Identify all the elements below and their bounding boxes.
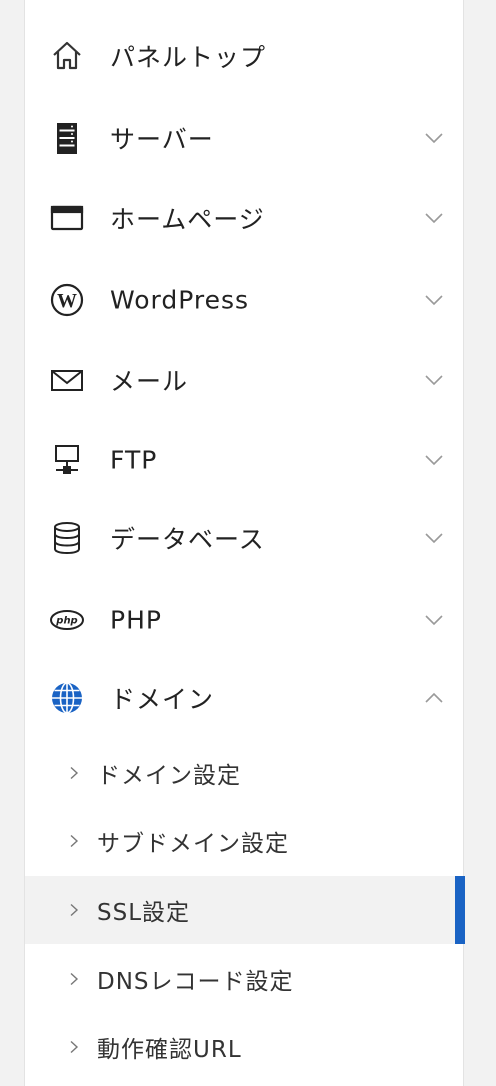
chevron-down-icon[interactable] [423,127,445,149]
menu-item-label: FTP [110,445,158,475]
menu-item-label: PHP [110,605,162,635]
sidebar-menu: パネルトップ サーバー ホームページ W WordPress メール FTP デ… [24,0,465,1086]
menu-item-label: ホームページ [110,205,265,234]
chevron-right-icon [67,834,81,848]
chevron-right-icon [67,766,81,780]
svg-text:W: W [57,290,77,312]
browser-window-icon [49,200,85,236]
submenu-item-label: SSL設定 [97,900,191,926]
menu-item-label: パネルトップ [110,43,267,72]
menu-item-label: データベース [110,525,265,554]
mail-icon [49,362,85,398]
chevron-right-icon [67,972,81,986]
ftp-network-icon [49,442,85,478]
submenu-item-domain-settings[interactable]: ドメイン設定 [25,739,463,807]
menu-item-label: メール [110,367,189,396]
chevron-up-icon[interactable] [423,687,445,709]
wordpress-icon: W [49,282,85,318]
chevron-down-icon[interactable] [423,527,445,549]
submenu-item-label: ドメイン設定 [97,763,241,789]
menu-item-label: WordPress [110,285,250,315]
menu-item-homepage[interactable]: ホームページ [25,178,463,258]
svg-text:php: php [55,616,77,627]
submenu-item-label: 動作確認URL [97,1037,242,1063]
submenu-item-dns-record-settings[interactable]: DNSレコード設定 [25,945,463,1013]
chevron-down-icon[interactable] [423,609,445,631]
submenu-item-subdomain-settings[interactable]: サブドメイン設定 [25,807,463,875]
chevron-right-icon [67,903,81,917]
home-icon [49,38,85,74]
menu-item-mail[interactable]: メール [25,340,463,420]
menu-item-php[interactable]: php PHP [25,580,463,660]
chevron-right-icon [67,1040,81,1054]
server-icon [49,120,85,156]
menu-item-database[interactable]: データベース [25,498,463,578]
submenu-item-operation-check-url[interactable]: 動作確認URL [25,1013,463,1081]
menu-item-label: サーバー [110,125,214,154]
chevron-down-icon[interactable] [423,449,445,471]
menu-item-domain[interactable]: ドメイン [25,658,463,738]
php-icon: php [49,602,85,638]
active-indicator [455,876,465,944]
menu-item-label: ドメイン [110,685,215,714]
chevron-down-icon[interactable] [423,207,445,229]
menu-item-wordpress[interactable]: W WordPress [25,260,463,340]
menu-item-server[interactable]: サーバー [25,98,463,178]
menu-item-ftp[interactable]: FTP [25,420,463,500]
submenu-item-label: サブドメイン設定 [97,831,289,857]
database-icon [49,520,85,556]
globe-icon [49,680,85,716]
chevron-down-icon[interactable] [423,369,445,391]
submenu-item-label: DNSレコード設定 [97,969,294,995]
chevron-down-icon[interactable] [423,289,445,311]
submenu-item-ssl-settings[interactable]: SSL設定 [25,876,465,944]
menu-item-panel-top[interactable]: パネルトップ [25,16,463,96]
